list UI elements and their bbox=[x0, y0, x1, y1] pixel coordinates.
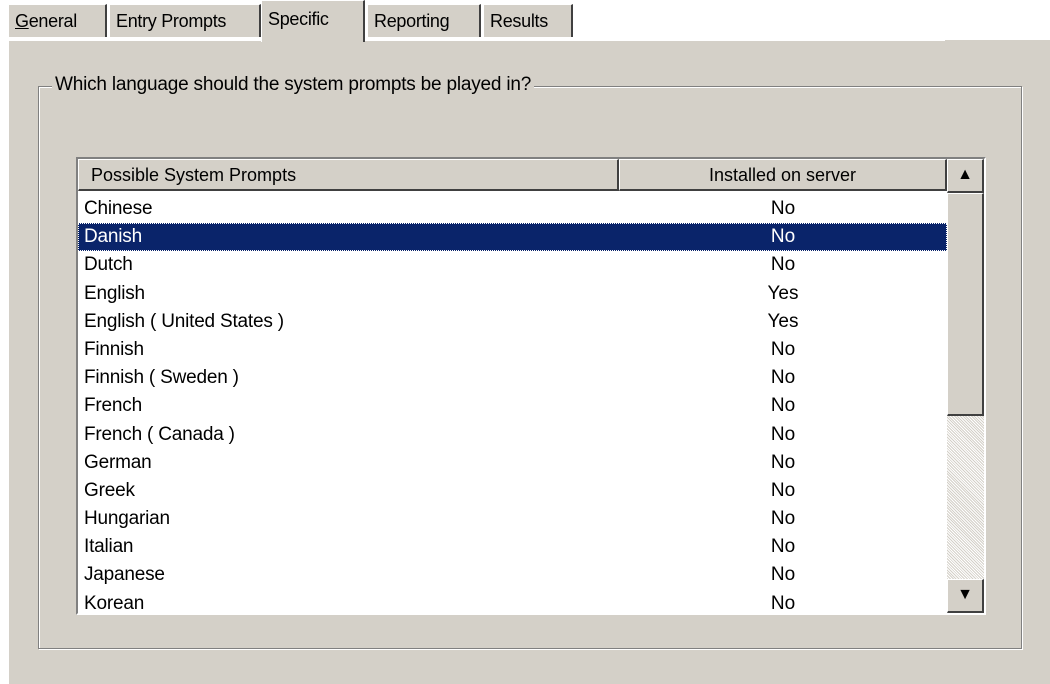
list-item[interactable]: Finnish No bbox=[78, 336, 947, 364]
item-name: Chinese bbox=[84, 198, 153, 219]
item-name: English ( United States ) bbox=[84, 310, 284, 332]
tab-specific-label: Specific bbox=[268, 9, 329, 29]
arrow-down-icon: ▼ bbox=[957, 586, 973, 603]
item-name: Korean bbox=[84, 592, 145, 614]
list-rows: Chinese No Danish No Dutch No English Yes En… bbox=[78, 195, 947, 614]
tab-results[interactable]: Results bbox=[483, 4, 573, 37]
list-item-selected[interactable]: Danish No bbox=[78, 223, 947, 252]
item-installed: Yes bbox=[767, 310, 799, 332]
item-name: Hungarian bbox=[84, 508, 170, 530]
item-installed: No bbox=[770, 508, 796, 530]
list-item[interactable]: Italian No bbox=[78, 533, 947, 561]
scroll-down-button[interactable]: ▼ bbox=[947, 579, 984, 613]
item-installed: No bbox=[770, 564, 796, 586]
item-installed: No bbox=[770, 395, 796, 417]
item-installed: No bbox=[770, 479, 796, 501]
list-item[interactable]: Dutch No bbox=[78, 251, 947, 279]
list-item[interactable]: Greek No bbox=[78, 477, 947, 505]
item-name: English bbox=[84, 282, 145, 304]
item-installed: No bbox=[770, 226, 796, 248]
system-prompts-list[interactable]: Possible System Prompts Installed on ser… bbox=[76, 157, 986, 615]
list-item[interactable]: French ( Canada ) No bbox=[78, 421, 947, 449]
column-header-installed[interactable]: Installed on server bbox=[619, 159, 947, 191]
item-name: German bbox=[84, 451, 152, 473]
item-installed: No bbox=[770, 592, 796, 614]
list-item[interactable]: Korean No bbox=[78, 590, 947, 614]
item-name: Danish bbox=[84, 226, 142, 248]
list-item[interactable]: English ( United States ) Yes bbox=[78, 308, 947, 336]
item-installed: No bbox=[770, 338, 796, 360]
tab-reporting[interactable]: Reporting bbox=[367, 4, 481, 37]
item-installed: No bbox=[770, 451, 796, 473]
item-installed: No bbox=[770, 198, 796, 219]
item-installed: No bbox=[770, 423, 796, 445]
item-name: Finnish ( Sweden ) bbox=[84, 367, 239, 389]
vertical-scrollbar[interactable]: ▲ ▼ bbox=[947, 159, 984, 613]
list-item[interactable]: French No bbox=[78, 392, 947, 420]
list-item[interactable]: German No bbox=[78, 449, 947, 477]
item-installed: No bbox=[770, 254, 796, 276]
tab-general-mnemonic: G bbox=[15, 11, 29, 31]
tab-general-label: eneral bbox=[28, 11, 78, 31]
scrollbar-thumb[interactable] bbox=[947, 193, 984, 416]
list-item[interactable]: Japanese No bbox=[78, 561, 947, 589]
tab-entry-prompts-label: Entry Prompts bbox=[116, 11, 227, 31]
item-installed: Yes bbox=[767, 282, 799, 304]
list-item[interactable]: Chinese No bbox=[78, 195, 947, 223]
tab-entry-prompts[interactable]: Entry Prompts bbox=[109, 4, 261, 37]
tab-general[interactable]: General bbox=[8, 4, 107, 37]
item-name: Finnish bbox=[84, 338, 144, 360]
item-name: Dutch bbox=[84, 254, 133, 276]
column-header-prompts[interactable]: Possible System Prompts bbox=[78, 159, 619, 191]
scroll-up-button[interactable]: ▲ bbox=[947, 159, 984, 193]
list-item[interactable]: Finnish ( Sweden ) No bbox=[78, 364, 947, 392]
item-installed: No bbox=[770, 536, 796, 558]
item-name: Italian bbox=[84, 536, 134, 558]
tab-specific[interactable]: Specific bbox=[261, 0, 365, 42]
item-name: Greek bbox=[84, 479, 135, 501]
group-legend: Which language should the system prompts… bbox=[52, 74, 535, 96]
list-item[interactable]: English Yes bbox=[78, 280, 947, 308]
item-installed: No bbox=[770, 367, 796, 389]
list-item[interactable]: Hungarian No bbox=[78, 505, 947, 533]
tab-reporting-label: Reporting bbox=[374, 11, 450, 31]
tab-results-label: Results bbox=[490, 11, 548, 31]
item-name: French bbox=[84, 395, 142, 417]
arrow-up-icon: ▲ bbox=[957, 166, 973, 183]
item-name: Japanese bbox=[84, 564, 165, 586]
item-name: French ( Canada ) bbox=[84, 423, 235, 445]
